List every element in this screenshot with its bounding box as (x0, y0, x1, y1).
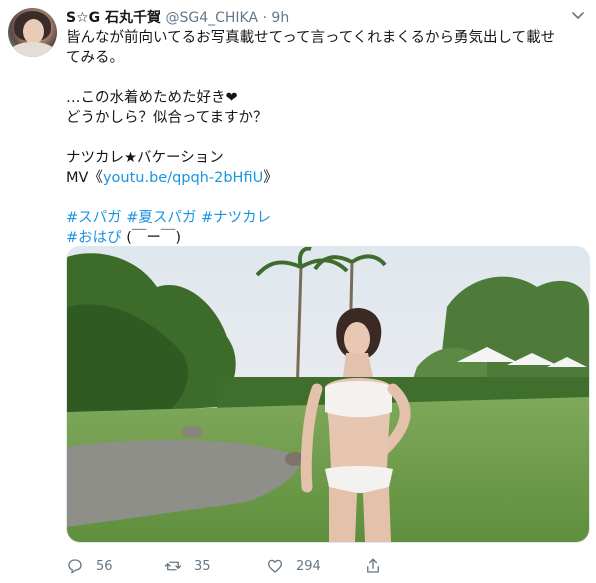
hashtag-line: #スパガ #夏スパガ #ナツカレ (66, 208, 586, 228)
retweet-count: 35 (194, 558, 211, 574)
hashtag-link[interactable]: #ナツカレ (201, 210, 271, 226)
avatar-shoulders (10, 42, 55, 57)
hashtag-line-2: #おはぴ (￣ー￣) (66, 228, 586, 248)
youtube-link[interactable]: youtu.be/qpqh-2bHfiU (103, 170, 263, 186)
hashtag-link[interactable]: #スパガ (66, 210, 122, 226)
like-count: 294 (296, 558, 321, 574)
mv-suffix: 》 (263, 170, 278, 186)
reply-button[interactable]: 56 (66, 554, 113, 578)
retweet-button[interactable]: 35 (164, 554, 211, 578)
reply-icon (68, 559, 82, 574)
display-name[interactable]: S☆G 石丸千賀 (66, 10, 161, 26)
tweet-header: S☆G 石丸千賀 @SG4_CHIKA · 9h (66, 8, 586, 28)
tweet-line: どうかしら？似合ってますか？ (66, 110, 268, 126)
retweet-icon (164, 561, 182, 571)
heart-icon (267, 559, 283, 573)
hashtag-link[interactable]: #夏スパガ (126, 210, 196, 226)
user-handle[interactable]: @SG4_CHIKA (165, 10, 258, 26)
tweet-actions: 56 35 294 (66, 554, 586, 578)
mv-prefix: MV《 (66, 170, 103, 186)
tweet-line: 皆んなが前向いてるお写真載せてって言ってくれまくるから勇気出して載せ (66, 30, 556, 46)
reply-count: 56 (96, 558, 113, 574)
tweet-text: 皆んなが前向いてるお写真載せてって言ってくれまくるから勇気出して載せ てみる。 … (66, 28, 586, 248)
hashtag-link[interactable]: #おはぴ (66, 230, 122, 246)
avatar-face (23, 19, 44, 44)
tweet-line: …この水着めためた好き❤ (66, 90, 238, 106)
tweet-time[interactable]: 9h (271, 10, 289, 26)
mv-line: MV《youtu.be/qpqh-2bHfiU》 (66, 168, 586, 188)
avatar[interactable] (8, 8, 57, 57)
photo-scene (67, 247, 589, 542)
share-button[interactable] (364, 554, 382, 578)
chevron-down-icon[interactable] (570, 8, 586, 24)
share-icon (367, 558, 379, 573)
tweet[interactable]: S☆G 石丸千賀 @SG4_CHIKA · 9h 皆んなが前向いてるお写真載せて… (0, 0, 596, 583)
tweet-line: ナツカレ★バケーション (66, 150, 224, 166)
tweet-photo[interactable] (66, 246, 590, 543)
tweet-line: てみる。 (66, 50, 124, 66)
kaomoji: (￣ー￣) (121, 230, 182, 246)
separator-dot: · (262, 10, 267, 26)
like-button[interactable]: 294 (266, 554, 321, 578)
